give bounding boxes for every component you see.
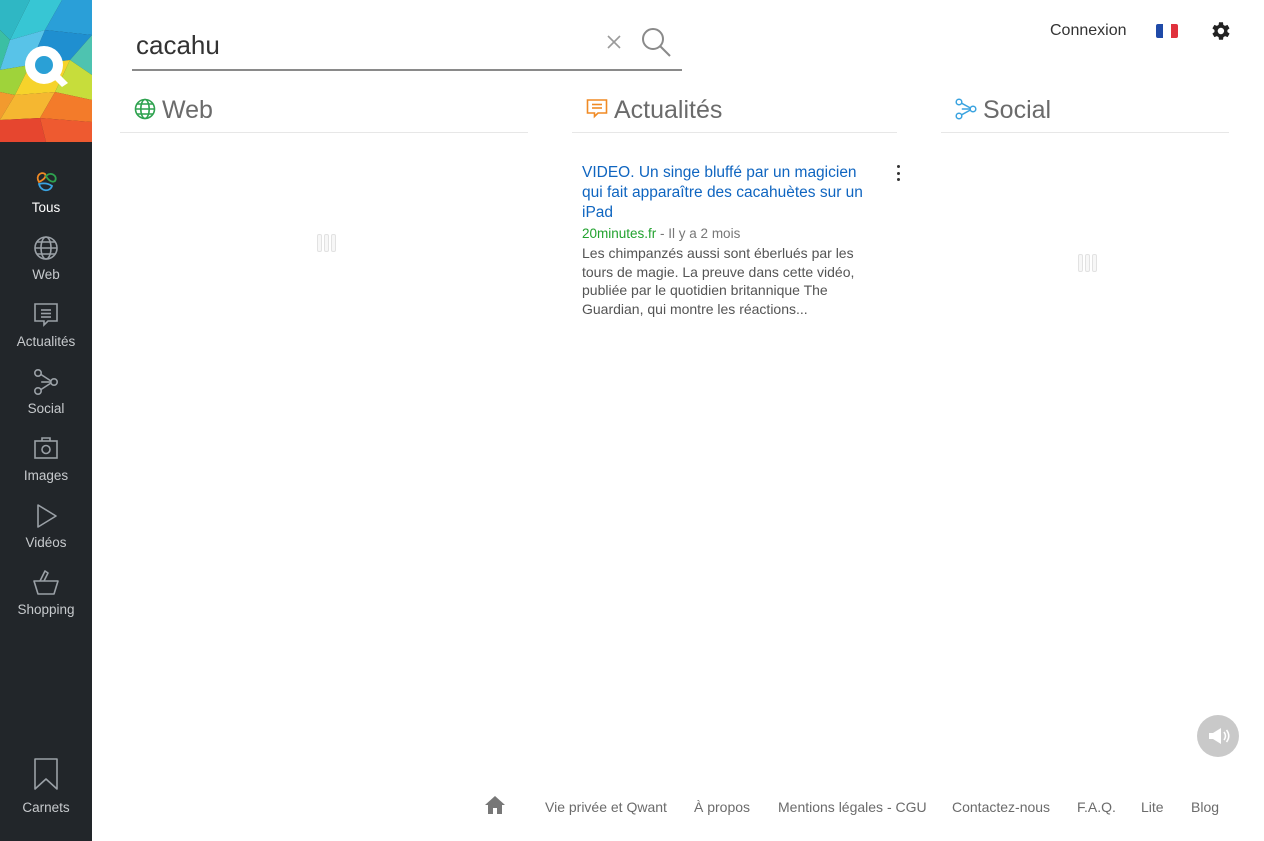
basket-icon [33,570,59,595]
news-result-separator: - [656,226,669,241]
qwant-q-icon [25,46,68,87]
sidebar-item-label: Tous [31,200,61,215]
social-column-header: Social [941,92,1229,133]
fr-flag-icon[interactable] [1156,24,1178,38]
social-icon [955,98,977,120]
search-input[interactable] [136,28,586,62]
footer-link-contact[interactable]: Contactez-nous [952,799,1050,815]
search-icon[interactable] [640,26,672,58]
loading-indicator [1076,254,1098,272]
sidebar-item-label: Images [23,468,69,483]
feedback-button[interactable] [1197,715,1239,757]
more-options-icon[interactable] [890,164,906,182]
camera-icon [34,437,58,459]
play-icon [37,504,57,528]
news-result-description: Les chimpanzés aussi sont éberlués par l… [582,245,855,317]
sidebar-item-label: Actualités [16,334,76,349]
loading-indicator [315,234,337,252]
sidebar-item-images[interactable]: Images [0,436,92,498]
sidebar-item-label: Shopping [17,602,75,617]
footer-link-about[interactable]: À propos [694,799,750,815]
login-link[interactable]: Connexion [1050,22,1127,40]
sidebar-item-label: Social [27,401,65,416]
close-icon[interactable] [604,32,624,52]
news-icon [586,99,608,119]
qwant-logo[interactable] [0,0,92,142]
news-icon [34,303,58,327]
news-result-meta: 20minutes.fr - Il y a 2 mois [582,225,872,243]
footer-link-legal[interactable]: Mentions légales - CGU [778,799,927,815]
news-column-header: Actualités [572,92,897,133]
sidebar-item-tous[interactable]: Tous [0,168,92,230]
globe-icon [134,98,156,120]
news-result: VIDEO. Un singe bluffé par un magicien q… [582,163,872,318]
sidebar-item-label: Carnets [22,800,70,815]
news-result-source[interactable]: 20minutes.fr [582,226,656,241]
social-icon [33,369,58,395]
footer-link-lite[interactable]: Lite [1141,799,1164,815]
sidebar: Tous Web Actualités Social Images Vidéos… [0,0,92,841]
sidebar-item-label: Vidéos [25,535,67,550]
column-title: Social [983,96,1052,124]
sidebar-item-actualites[interactable]: Actualités [0,302,92,364]
sidebar-item-shopping[interactable]: Shopping [0,570,92,632]
search-bar [132,20,682,71]
column-title: Web [162,96,213,124]
sidebar-item-social[interactable]: Social [0,369,92,431]
sidebar-item-label: Web [32,267,60,282]
all-icon [36,172,57,192]
sidebar-item-videos[interactable]: Vidéos [0,503,92,565]
web-column-header: Web [120,92,528,133]
bookmark-icon [34,758,58,790]
megaphone-icon [1209,728,1230,744]
home-icon[interactable] [484,795,506,815]
gear-icon[interactable] [1208,19,1232,43]
column-title: Actualités [614,96,723,124]
news-result-title[interactable]: VIDEO. Un singe bluffé par un magicien q… [582,163,872,223]
footer-link-blog[interactable]: Blog [1191,799,1219,815]
footer-link-privacy[interactable]: Vie privée et Qwant [545,799,667,815]
globe-icon [34,236,58,260]
sidebar-item-web[interactable]: Web [0,235,92,297]
sidebar-item-carnets[interactable]: Carnets [0,758,92,820]
footer-link-faq[interactable]: F.A.Q. [1077,799,1116,815]
news-result-time: Il y a 2 mois [668,226,741,241]
